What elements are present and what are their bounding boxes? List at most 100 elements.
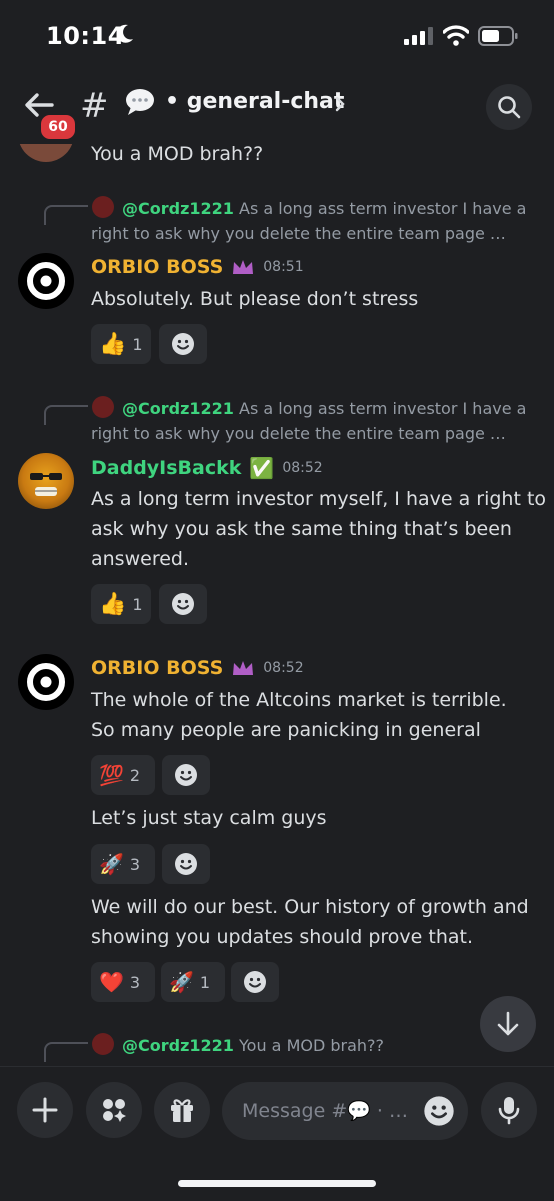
message-text: ask why you ask the same thing that’s be…	[91, 518, 512, 540]
timestamp: 08:52	[263, 660, 304, 676]
smiley-icon	[172, 333, 194, 355]
signal-icon	[404, 27, 433, 45]
reply-text-cont: right to ask why you delete the entire t…	[91, 424, 506, 443]
reply-preview[interactable]: @Cordz1221 As a long ass term investor I…	[122, 396, 526, 422]
author-name[interactable]: DaddyIsBackk	[91, 457, 241, 479]
reaction-emoji: ❤️	[99, 970, 124, 994]
message-text: The whole of the Altcoins market is terr…	[91, 689, 507, 711]
orbio-logo-icon	[27, 663, 65, 701]
channel-hash-icon: #	[80, 86, 109, 126]
smiley-icon	[244, 971, 266, 993]
timestamp: 08:52	[282, 460, 323, 476]
microphone-icon	[498, 1097, 520, 1125]
reply-avatar	[92, 396, 114, 418]
reply-username: @Cordz1221	[122, 399, 234, 418]
channel-title[interactable]: • general-chat	[165, 89, 344, 114]
add-reaction-button[interactable]	[162, 755, 210, 795]
message-header: ORBIO BOSS 08:51	[91, 256, 304, 278]
message-text: We will do our best. Our history of grow…	[91, 896, 529, 918]
smiley-icon	[172, 593, 194, 615]
unread-badge: 60	[38, 112, 78, 142]
crown-icon	[233, 260, 254, 274]
message-text: Let’s just stay calm guys	[91, 807, 327, 829]
wifi-icon	[443, 25, 469, 46]
orbio-logo-icon	[27, 262, 65, 300]
reaction-hundred[interactable]: 💯 2	[91, 755, 155, 795]
avatar-orbio[interactable]	[18, 253, 74, 309]
author-name[interactable]: ORBIO BOSS	[91, 657, 223, 679]
verified-icon: ✅	[249, 456, 275, 480]
message-header: DaddyIsBackk ✅ 08:52	[91, 456, 323, 480]
message-text: answered.	[91, 548, 189, 570]
speech-bubble-icon	[126, 89, 154, 115]
reply-connector	[44, 405, 88, 425]
plus-icon	[32, 1097, 58, 1123]
reply-preview[interactable]: @Cordz1221 As a long ass term investor I…	[122, 196, 526, 222]
message-text: Absolutely. But please don’t stress	[91, 288, 419, 310]
emoji-button[interactable]	[423, 1095, 455, 1127]
reaction-rocket[interactable]: 🚀 1	[161, 962, 225, 1002]
crown-icon	[233, 661, 254, 675]
reply-avatar	[92, 196, 114, 218]
reply-preview[interactable]: @Cordz1221 You a MOD brah??	[122, 1033, 384, 1059]
message-text: You a MOD brah??	[91, 143, 264, 165]
chevron-right-icon[interactable]	[334, 96, 346, 112]
message-header: ORBIO BOSS 08:52	[91, 657, 304, 679]
reply-text: As a long ass term investor I have a	[239, 199, 527, 218]
add-reaction-button[interactable]	[231, 962, 279, 1002]
reaction-thumbs-up[interactable]: 👍 1	[91, 584, 151, 624]
reaction-emoji: 👍	[99, 591, 127, 617]
jump-to-bottom-button[interactable]	[480, 996, 536, 1052]
smiley-icon	[424, 1096, 454, 1126]
battery-icon	[478, 26, 518, 46]
channel-name: general-chat	[186, 89, 345, 114]
reaction-count: 1	[132, 594, 143, 614]
message-text: showing you updates should prove that.	[91, 926, 474, 948]
reaction-count: 3	[129, 854, 141, 874]
reply-text: You a MOD brah??	[239, 1036, 385, 1055]
reaction-count: 1	[199, 972, 211, 992]
title-separator: •	[165, 89, 180, 114]
reaction-count: 1	[132, 334, 143, 354]
message-text: So many people are panicking in general	[91, 719, 481, 741]
add-reaction-button[interactable]	[162, 844, 210, 884]
author-name[interactable]: ORBIO BOSS	[91, 256, 223, 278]
search-icon	[498, 96, 521, 119]
add-attachment-button[interactable]	[17, 1082, 73, 1138]
reaction-rocket[interactable]: 🚀 3	[91, 844, 155, 884]
reply-text-cont: right to ask why you delete the entire t…	[91, 224, 506, 243]
apps-button[interactable]	[86, 1082, 142, 1138]
home-indicator	[178, 1180, 376, 1187]
reaction-heart[interactable]: ❤️ 3	[91, 962, 155, 1002]
reaction-count: 2	[129, 765, 141, 785]
reaction-emoji: 👍	[99, 331, 127, 357]
arrow-down-icon	[497, 1011, 519, 1036]
reply-avatar	[92, 1033, 114, 1055]
message-placeholder: Message #💬 · …	[242, 1100, 409, 1122]
gift-icon	[171, 1099, 193, 1122]
gift-button[interactable]	[154, 1082, 210, 1138]
reaction-emoji: 🚀	[99, 852, 124, 876]
reply-text: As a long ass term investor I have a	[239, 399, 527, 418]
reply-username: @Cordz1221	[122, 1036, 234, 1055]
reaction-thumbs-up[interactable]: 👍 1	[91, 324, 151, 364]
voice-message-button[interactable]	[481, 1082, 537, 1138]
add-reaction-button[interactable]	[159, 324, 207, 364]
reaction-emoji: 💯	[99, 763, 124, 787]
reply-connector	[44, 1042, 88, 1062]
reaction-emoji: 🚀	[169, 970, 194, 994]
search-button[interactable]	[486, 84, 532, 130]
reply-connector	[44, 205, 88, 225]
reaction-count: 3	[129, 972, 141, 992]
timestamp: 08:51	[263, 259, 304, 275]
message-text: As a long term investor myself, I have a…	[91, 488, 547, 510]
avatar-face-icon	[30, 473, 62, 496]
smiley-icon	[175, 853, 197, 875]
moon-icon	[116, 24, 133, 43]
smiley-icon	[175, 764, 197, 786]
apps-sparkle-icon	[103, 1099, 126, 1122]
add-reaction-button[interactable]	[159, 584, 207, 624]
avatar-orbio[interactable]	[18, 654, 74, 710]
reply-username: @Cordz1221	[122, 199, 234, 218]
avatar-daddyisbackk[interactable]	[18, 453, 74, 509]
